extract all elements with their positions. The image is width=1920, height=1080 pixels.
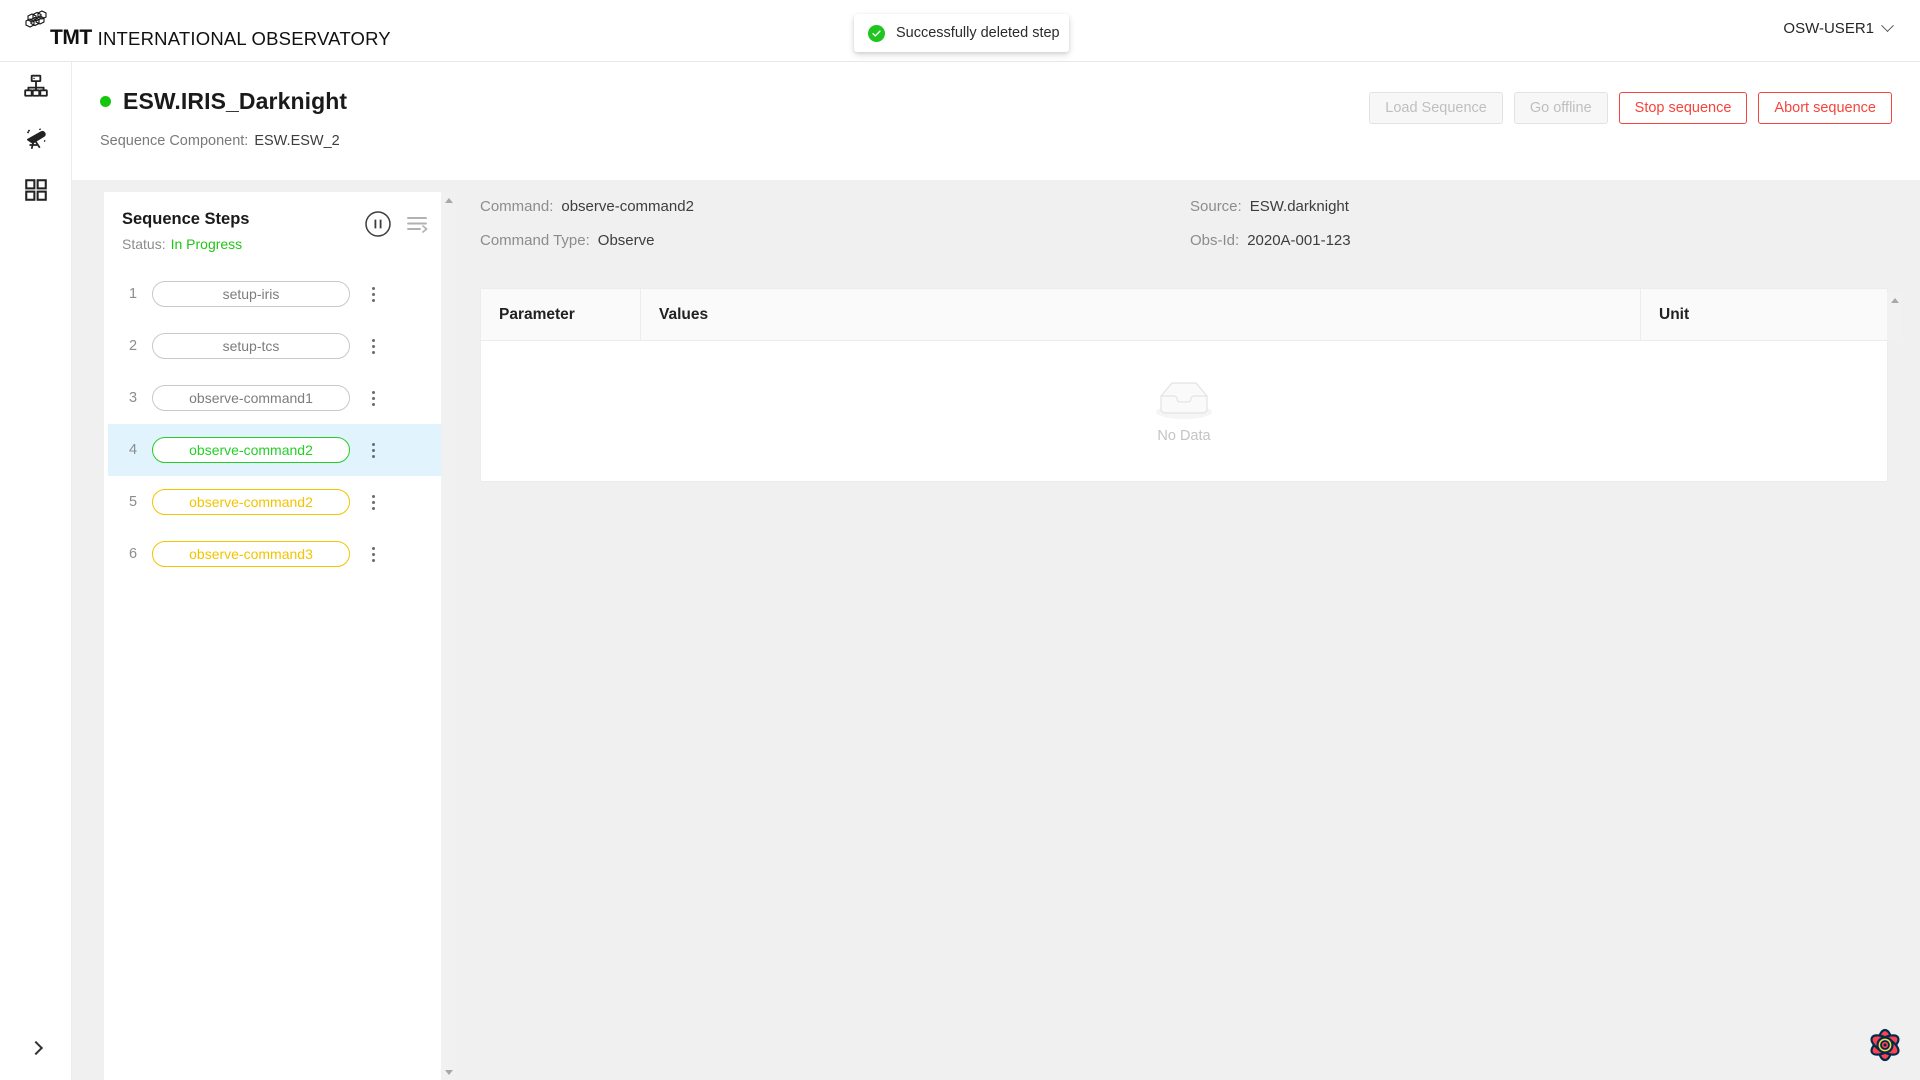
triangle-up-icon[interactable] [441, 192, 456, 208]
command-value: observe-command2 [561, 198, 694, 215]
step-row[interactable]: 6 observe-command3 [108, 528, 455, 580]
sequence-steps-list: 1 setup-iris 2 setup-tcs 3 observe-comma… [104, 268, 455, 580]
sequence-status: Status: In Progress [122, 236, 433, 252]
react-query-flower-icon[interactable] [1864, 1024, 1906, 1066]
chevron-right-icon [28, 1040, 44, 1056]
telescope-icon [23, 125, 49, 156]
step-row-selected[interactable]: 4 observe-command2 [108, 424, 455, 476]
sequence-component-label: Sequence Component: [100, 133, 249, 149]
step-pill[interactable]: observe-command1 [152, 385, 350, 411]
step-number: 3 [128, 390, 138, 406]
triangle-down-icon[interactable] [441, 1064, 456, 1080]
step-row[interactable]: 2 setup-tcs [108, 320, 455, 372]
step-row[interactable]: 1 setup-iris [108, 268, 455, 320]
step-row[interactable]: 5 observe-command2 [108, 476, 455, 528]
sidebar-item-telescope[interactable] [0, 114, 72, 166]
sequence-steps-header: Sequence Steps Status: In Progress [104, 192, 455, 252]
pause-circle-icon[interactable] [364, 210, 392, 238]
table-header-row: Parameter Values Unit [481, 289, 1887, 341]
sitemap-icon [23, 73, 49, 104]
toast-notification: Successfully deleted step [854, 14, 1069, 52]
step-menu-icon[interactable] [360, 487, 386, 517]
steps-scrollbar[interactable] [441, 192, 456, 1080]
brand-mark: TMT [50, 26, 92, 49]
header-actions: Load Sequence Go offline Stop sequence A… [1369, 92, 1892, 124]
chevron-down-icon [1881, 19, 1894, 33]
step-pill[interactable]: observe-command3 [152, 541, 350, 567]
obsid-label: Obs-Id: [1190, 232, 1240, 249]
brand-name: INTERNATIONAL OBSERVATORY [97, 27, 391, 49]
load-sequence-button[interactable]: Load Sequence [1369, 92, 1503, 124]
table-scrollbar[interactable] [1887, 292, 1902, 342]
sequence-status-value: In Progress [170, 236, 243, 252]
table-empty-state: No Data [481, 341, 1887, 481]
step-number: 4 [128, 442, 138, 458]
step-pill[interactable]: setup-iris [152, 281, 350, 307]
step-number: 5 [128, 494, 138, 510]
parameters-table: Parameter Values Unit No Data [480, 288, 1888, 482]
step-number: 1 [128, 286, 138, 302]
user-menu-label: OSW-USER1 [1783, 20, 1874, 37]
command-type-field: Command Type: Observe [480, 232, 654, 249]
sequence-steps-tools [364, 210, 429, 238]
step-pill[interactable]: observe-command2 [152, 489, 350, 515]
sequence-steps-panel: Sequence Steps Status: In Progress 1 setu… [104, 192, 456, 1080]
step-row[interactable]: 3 observe-command1 [108, 372, 455, 424]
step-number: 2 [128, 338, 138, 354]
sequence-component-value: ESW.ESW_2 [254, 133, 340, 149]
go-offline-button[interactable]: Go offline [1513, 92, 1608, 124]
left-nav-rail [0, 62, 72, 1080]
brand: TMT INTERNATIONAL OBSERVATORY [18, 10, 391, 48]
column-header-values: Values [641, 289, 1641, 340]
step-menu-icon[interactable] [360, 435, 386, 465]
source-field: Source: ESW.darknight [1190, 198, 1349, 215]
step-detail-panel: Command: observe-command2 Command Type: Ob… [480, 192, 1920, 482]
step-metadata: Command: observe-command2 Command Type: Ob… [480, 192, 1920, 268]
step-pill[interactable]: setup-tcs [152, 333, 350, 359]
step-menu-icon[interactable] [360, 539, 386, 569]
empty-box-icon [1152, 379, 1216, 420]
source-label: Source: [1190, 198, 1242, 215]
reorder-list-icon[interactable] [405, 212, 429, 236]
obsid-field: Obs-Id: 2020A-001-123 [1190, 232, 1351, 249]
page-title: ESW.IRIS_Darknight [123, 88, 348, 114]
obsid-value: 2020A-001-123 [1247, 232, 1351, 249]
stop-sequence-button[interactable]: Stop sequence [1618, 92, 1748, 124]
page-header: ESW.IRIS_Darknight Sequence Component: ES… [72, 62, 1920, 180]
step-menu-icon[interactable] [360, 331, 386, 361]
expand-sidebar-button[interactable] [0, 1028, 72, 1068]
toast-message: Successfully deleted step [896, 25, 1060, 41]
grid-icon [23, 177, 49, 208]
check-circle-icon [868, 24, 885, 42]
column-header-parameter: Parameter [481, 289, 641, 340]
tmt-hex-mirror-logo [18, 10, 52, 48]
command-type-label: Command Type: [480, 232, 590, 249]
user-menu[interactable]: OSW-USER1 [1783, 19, 1894, 37]
abort-sequence-button[interactable]: Abort sequence [1758, 92, 1892, 124]
empty-state-text: No Data [1157, 427, 1211, 444]
step-number: 6 [128, 546, 138, 562]
command-label: Command: [480, 198, 554, 215]
command-field: Command: observe-command2 [480, 198, 694, 215]
step-menu-icon[interactable] [360, 279, 386, 309]
command-type-value: Observe [597, 232, 655, 249]
step-menu-icon[interactable] [360, 383, 386, 413]
column-header-unit: Unit [1659, 305, 1690, 323]
sidebar-item-grid[interactable] [0, 166, 72, 218]
sequence-component: Sequence Component: ESW.ESW_2 [100, 133, 340, 149]
source-value: ESW.darknight [1249, 198, 1349, 215]
triangle-up-icon[interactable] [1887, 292, 1902, 308]
sequence-status-label: Status: [122, 236, 166, 252]
page-title-row: ESW.IRIS_Darknight [100, 88, 347, 115]
step-pill[interactable]: observe-command2 [152, 437, 350, 463]
sidebar-item-sitemap[interactable] [0, 62, 72, 114]
sequence-status-dot [100, 96, 111, 107]
